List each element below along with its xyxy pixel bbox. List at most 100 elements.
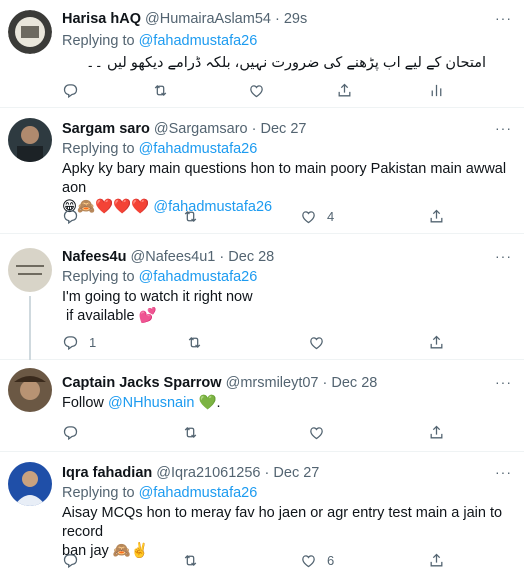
more-options-icon[interactable]: ··· — [495, 248, 512, 264]
reply-button[interactable] — [62, 422, 79, 442]
share-icon — [428, 208, 445, 225]
retweet-icon — [182, 552, 199, 569]
retweet-icon — [182, 424, 199, 441]
tweet-captain[interactable]: Captain Jacks Sparrow @mrsmileyt07 · Dec… — [0, 360, 524, 452]
heart-icon — [308, 424, 325, 441]
share-button[interactable] — [428, 332, 445, 352]
tweet-text: I'm going to watch it right now if avail… — [62, 289, 253, 324]
timestamp[interactable]: Dec 27 — [273, 465, 319, 481]
mention-link[interactable]: @NHhusnain — [108, 395, 194, 411]
replying-to: Replying to @fahadmustafa26 — [62, 33, 258, 49]
share-button[interactable] — [428, 550, 445, 570]
like-button[interactable] — [248, 80, 265, 100]
mention-link[interactable]: @fahadmustafa26 — [139, 33, 258, 49]
handle[interactable]: @Iqra21061256 — [156, 465, 260, 481]
retweet-button[interactable] — [182, 550, 199, 570]
retweet-button[interactable] — [152, 80, 169, 100]
tweet-actions: 6 — [62, 550, 502, 570]
handle[interactable]: @Nafees4u1 — [131, 249, 216, 265]
tweet-header: Iqra fahadian @Iqra21061256 · Dec 27 — [62, 465, 320, 481]
like-button[interactable]: 4 — [300, 206, 334, 226]
heart-icon — [308, 334, 325, 351]
timestamp[interactable]: 29s — [284, 11, 307, 27]
timestamp[interactable]: Dec 28 — [331, 375, 377, 391]
share-icon — [428, 552, 445, 569]
like-count: 6 — [327, 552, 335, 568]
avatar[interactable] — [8, 118, 52, 162]
reply-button[interactable] — [62, 206, 79, 226]
like-count: 4 — [327, 208, 335, 224]
timestamp[interactable]: Dec 28 — [228, 249, 274, 265]
replying-to: Replying to @fahadmustafa26 — [62, 141, 258, 157]
display-name[interactable]: Iqra fahadian — [62, 465, 152, 481]
display-name[interactable]: Harisa hAQ — [62, 11, 141, 27]
thread-line — [29, 296, 31, 360]
retweet-icon — [152, 82, 169, 99]
display-name[interactable]: Nafees4u — [62, 249, 126, 265]
reply-icon — [62, 424, 79, 441]
share-button[interactable] — [428, 206, 445, 226]
tweet-header: Sargam saro @Sargamsaro · Dec 27 — [62, 121, 307, 137]
mention-link[interactable]: @fahadmustafa26 — [139, 141, 258, 157]
avatar[interactable] — [8, 462, 52, 506]
mention-link[interactable]: @fahadmustafa26 — [139, 485, 258, 501]
tweet-actions — [62, 422, 502, 442]
emoji-text: 💕 — [138, 308, 157, 324]
share-button[interactable] — [428, 422, 445, 442]
tweet-header: Captain Jacks Sparrow @mrsmileyt07 · Dec… — [62, 375, 378, 391]
like-button[interactable] — [308, 422, 325, 442]
emoji-text: 💚 — [198, 395, 217, 411]
tweet-text: Follow @NHhusnain 💚. — [62, 395, 221, 411]
analytics-button[interactable] — [428, 80, 445, 100]
tweet-actions: 1 — [62, 332, 502, 352]
replying-to: Replying to @fahadmustafa26 — [62, 485, 258, 501]
reply-icon — [62, 82, 79, 99]
tweet-header: Nafees4u @Nafees4u1 · Dec 28 — [62, 249, 275, 265]
tweet-sargam[interactable]: Sargam saro @Sargamsaro · Dec 27 ··· Rep… — [0, 108, 524, 234]
like-button[interactable] — [308, 332, 325, 352]
tweet-actions — [62, 80, 502, 100]
handle[interactable]: @HumairaAslam54 — [145, 11, 271, 27]
more-options-icon[interactable]: ··· — [495, 120, 512, 136]
reply-button[interactable]: 1 — [62, 332, 96, 352]
avatar[interactable] — [8, 248, 52, 292]
reply-icon — [62, 208, 79, 225]
tweet-text: امتحان کے لیے اب پڑھنے کی ضرورت نہیں، بل… — [85, 55, 486, 71]
reply-button[interactable] — [62, 80, 79, 100]
reply-button[interactable] — [62, 550, 79, 570]
retweet-button[interactable] — [182, 422, 199, 442]
tweet-header: Harisa hAQ @HumairaAslam54 · 29s — [62, 11, 308, 27]
replying-to: Replying to @fahadmustafa26 — [62, 269, 258, 285]
share-icon — [336, 82, 353, 99]
reply-icon — [62, 334, 79, 351]
mention-link[interactable]: @fahadmustafa26 — [139, 269, 258, 285]
more-options-icon[interactable]: ··· — [495, 374, 512, 390]
display-name[interactable]: Captain Jacks Sparrow — [62, 375, 222, 391]
reply-count: 1 — [89, 334, 97, 350]
heart-icon — [248, 82, 265, 99]
reply-icon — [62, 552, 79, 569]
heart-icon — [300, 208, 317, 225]
tweet-nafees[interactable]: Nafees4u @Nafees4u1 · Dec 28 ··· Replyin… — [0, 234, 524, 360]
share-icon — [428, 424, 445, 441]
retweet-icon — [186, 334, 203, 351]
analytics-icon — [428, 82, 445, 99]
share-icon — [428, 334, 445, 351]
heart-icon — [300, 552, 317, 569]
like-button[interactable]: 6 — [300, 550, 334, 570]
handle[interactable]: @Sargamsaro — [154, 121, 248, 137]
tweet-harisa[interactable]: Harisa hAQ @HumairaAslam54 · 29s ··· Rep… — [0, 0, 524, 108]
timestamp[interactable]: Dec 27 — [261, 121, 307, 137]
handle[interactable]: @mrsmileyt07 — [226, 375, 319, 391]
tweet-actions: 4 — [62, 206, 502, 226]
retweet-button[interactable] — [186, 332, 203, 352]
share-button[interactable] — [336, 80, 353, 100]
avatar[interactable] — [8, 368, 52, 412]
avatar[interactable] — [8, 10, 52, 54]
retweet-button[interactable] — [182, 206, 199, 226]
tweet-iqra[interactable]: Iqra fahadian @Iqra21061256 · Dec 27 ···… — [0, 452, 524, 568]
more-options-icon[interactable]: ··· — [495, 10, 512, 26]
display-name[interactable]: Sargam saro — [62, 121, 150, 137]
more-options-icon[interactable]: ··· — [495, 464, 512, 480]
retweet-icon — [182, 208, 199, 225]
